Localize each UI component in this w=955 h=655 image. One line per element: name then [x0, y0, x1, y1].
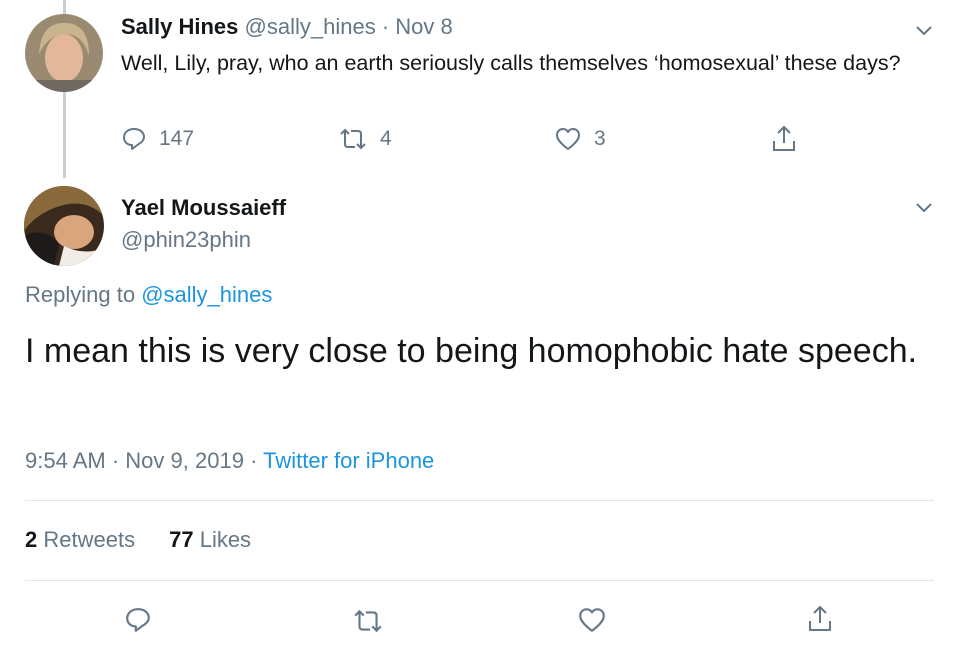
separator: · — [250, 448, 258, 473]
retweet-icon — [352, 609, 384, 639]
reply-icon — [124, 608, 152, 638]
likes-label: Likes — [199, 527, 252, 552]
like-total: 77 — [169, 527, 194, 552]
replying-to-link[interactable]: @sally_hines — [141, 282, 272, 307]
avatar[interactable] — [25, 14, 103, 92]
share-icon[interactable] — [770, 124, 798, 159]
tweet-date[interactable]: Nov 9, 2019 — [125, 448, 244, 473]
heart-icon — [577, 608, 607, 638]
avatar[interactable] — [24, 186, 104, 266]
reply-button[interactable]: 147 — [121, 126, 194, 152]
retweet-button[interactable]: 4 — [338, 126, 392, 152]
tweet-text: I mean this is very close to being homop… — [25, 332, 918, 370]
tweet-text: Well, Lily, pray, who an earth seriously… — [121, 51, 901, 75]
retweet-button[interactable] — [352, 607, 384, 640]
like-button[interactable] — [577, 606, 607, 639]
author-name[interactable]: Yael Moussaieff — [121, 195, 286, 221]
engagement-stats: 2 Retweets 77 Likes — [25, 527, 251, 553]
like-count: 3 — [594, 127, 606, 150]
separator: · — [111, 448, 120, 473]
retweets-stat[interactable]: 2 Retweets — [25, 527, 135, 553]
tweet-date[interactable]: Nov 8 — [395, 14, 452, 39]
reply-button[interactable] — [124, 606, 152, 639]
tweet-meta: 9:54 AM · Nov 9, 2019 · Twitter for iPho… — [25, 448, 434, 474]
tweet-time[interactable]: 9:54 AM — [25, 448, 106, 473]
likes-stat[interactable]: 77 Likes — [169, 527, 251, 553]
replying-prefix: Replying to — [25, 282, 136, 307]
chevron-down-icon[interactable] — [915, 24, 933, 42]
tweet-source-link[interactable]: Twitter for iPhone — [263, 448, 434, 473]
retweet-count: 4 — [380, 127, 392, 150]
author-handle[interactable]: @phin23phin — [121, 227, 251, 253]
retweet-icon — [338, 126, 368, 152]
share-icon — [806, 605, 834, 639]
share-button[interactable] — [806, 603, 834, 640]
reply-icon — [121, 126, 147, 152]
separator: · — [381, 14, 390, 39]
like-button[interactable]: 3 — [554, 126, 606, 152]
author-handle[interactable]: @sally_hines — [245, 14, 376, 39]
retweet-total: 2 — [25, 527, 38, 552]
parent-tweet-header: Sally Hines @sally_hines · Nov 8 — [121, 14, 453, 40]
reply-count: 147 — [159, 127, 195, 150]
divider — [25, 580, 934, 581]
heart-icon — [554, 126, 582, 152]
author-name[interactable]: Sally Hines — [121, 14, 238, 39]
retweets-label: Retweets — [43, 527, 136, 552]
divider — [25, 500, 934, 501]
chevron-down-icon[interactable] — [915, 201, 933, 219]
replying-to: Replying to @sally_hines — [25, 282, 272, 308]
